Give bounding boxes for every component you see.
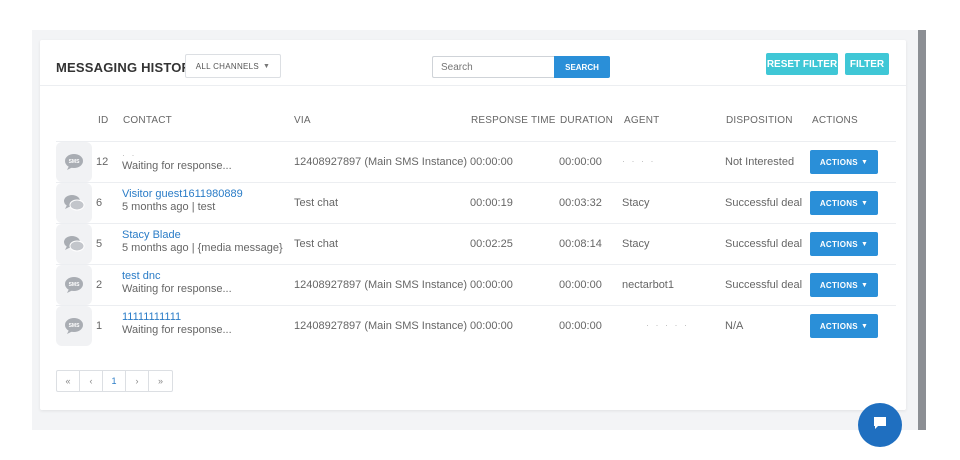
caret-down-icon: ▼ — [860, 199, 869, 207]
contact-name-link[interactable]: 11111111111 — [122, 311, 181, 323]
search-input[interactable] — [432, 56, 554, 78]
header-actions: ACTIONS — [812, 115, 858, 126]
channel-select[interactable]: ALL CHANNELS ▼ — [185, 54, 281, 78]
actions-label: ACTIONS — [819, 198, 858, 208]
row-via: Test chat — [294, 238, 339, 250]
table-row: 6 Visitor guest1611980889 5 months ago |… — [56, 182, 896, 223]
sms-icon: SMS — [56, 306, 92, 346]
caret-down-icon: ▼ — [860, 240, 869, 248]
pagination-prev[interactable]: ‹ — [80, 371, 103, 391]
header-agent: AGENT — [624, 115, 660, 126]
row-duration: 00:00:00 — [559, 156, 602, 168]
row-disposition: N/A — [725, 320, 744, 332]
svg-text:SMS: SMS — [69, 323, 81, 329]
sms-icon: SMS — [56, 142, 92, 182]
toolbar: MESSAGING HISTORY: ALL CHANNELS ▼ SEARCH… — [40, 40, 906, 86]
pagination: « ‹ 1 › » — [56, 370, 173, 392]
caret-down-icon: ▼ — [860, 322, 869, 330]
contact-sub: 5 months ago | test — [122, 201, 216, 213]
header-duration: DURATION — [560, 115, 614, 126]
row-disposition: Successful deal — [725, 197, 803, 209]
channel-select-label: ALL CHANNELS — [195, 61, 260, 71]
actions-button[interactable]: ACTIONS ▼ — [810, 232, 878, 256]
chevron-down-icon: ▼ — [263, 62, 271, 70]
contact-name-link[interactable]: Stacy Blade — [122, 229, 181, 241]
row-id: 12 — [96, 156, 109, 168]
actions-label: ACTIONS — [819, 321, 858, 331]
actions-button[interactable]: ACTIONS ▼ — [810, 273, 878, 297]
row-response-time: 00:00:00 — [470, 320, 513, 332]
row-disposition: Successful deal — [725, 279, 803, 291]
agent-redacted: · · · · — [622, 156, 656, 166]
row-id: 2 — [96, 279, 103, 291]
messaging-history-panel: MESSAGING HISTORY: ALL CHANNELS ▼ SEARCH… — [40, 40, 906, 410]
pagination-page-current[interactable]: 1 — [103, 371, 126, 391]
filter-button[interactable]: FILTER — [845, 53, 889, 75]
row-response-time: 00:00:00 — [470, 279, 513, 291]
row-duration: 00:00:00 — [559, 320, 602, 332]
row-agent: nectarbot1 — [622, 279, 674, 291]
sms-icon: SMS — [56, 265, 92, 305]
contact-sub: Waiting for response... — [122, 160, 232, 172]
search-button[interactable]: SEARCH — [554, 56, 610, 78]
header-contact: CONTACT — [123, 115, 172, 126]
table-row: 5 Stacy Blade 5 months ago | {media mess… — [56, 223, 896, 264]
row-disposition: Successful deal — [725, 238, 803, 250]
contact-name-redacted: · · — [122, 150, 137, 160]
row-id: 6 — [96, 197, 103, 209]
row-duration: 00:08:14 — [559, 238, 602, 250]
row-response-time: 00:00:19 — [470, 197, 513, 209]
actions-button[interactable]: ACTIONS ▼ — [810, 314, 878, 338]
pagination-last[interactable]: » — [149, 371, 172, 391]
row-response-time: 00:00:00 — [470, 156, 513, 168]
pagination-first[interactable]: « — [57, 371, 80, 391]
header-disposition: DISPOSITION — [726, 115, 793, 126]
page-title: MESSAGING HISTORY: — [56, 60, 204, 75]
actions-button[interactable]: ACTIONS ▼ — [810, 150, 878, 174]
chat-widget-icon — [872, 415, 888, 436]
row-response-time: 00:02:25 — [470, 238, 513, 250]
pagination-next[interactable]: › — [126, 371, 149, 391]
agent-redacted: · · · · · — [646, 320, 689, 330]
chat-icon — [56, 224, 92, 264]
row-disposition: Not Interested — [725, 156, 795, 168]
contact-sub: 5 months ago | {media message} — [122, 242, 283, 254]
chat-icon — [56, 183, 92, 223]
row-via: Test chat — [294, 197, 339, 209]
contact-name-link[interactable]: test dnc — [122, 270, 161, 282]
row-via: 12408927897 (Main SMS Instance) — [294, 320, 468, 332]
caret-down-icon: ▼ — [860, 158, 869, 166]
row-duration: 00:00:00 — [559, 279, 602, 291]
header-via: VIA — [294, 115, 311, 126]
actions-label: ACTIONS — [819, 157, 858, 167]
row-id: 1 — [96, 320, 103, 332]
row-id: 5 — [96, 238, 103, 250]
contact-name-link[interactable]: Visitor guest1611980889 — [122, 188, 243, 200]
actions-label: ACTIONS — [819, 280, 858, 290]
chat-widget-button[interactable] — [858, 403, 902, 447]
table-row: SMS 1 11111111111 Waiting for response..… — [56, 305, 896, 346]
scrollbar[interactable] — [918, 30, 926, 430]
actions-button[interactable]: ACTIONS ▼ — [810, 191, 878, 215]
svg-text:SMS: SMS — [69, 159, 81, 165]
actions-label: ACTIONS — [819, 239, 858, 249]
table-row: SMS 2 test dnc Waiting for response... 1… — [56, 264, 896, 305]
svg-text:SMS: SMS — [69, 282, 81, 288]
row-duration: 00:03:32 — [559, 197, 602, 209]
row-agent: Stacy — [622, 197, 650, 209]
table-row: SMS 12 · · Waiting for response... 12408… — [56, 141, 896, 182]
reset-filter-button[interactable]: RESET FILTER — [766, 53, 838, 75]
row-via: 12408927897 (Main SMS Instance) — [294, 279, 468, 291]
header-id: ID — [98, 115, 109, 126]
caret-down-icon: ▼ — [860, 281, 869, 289]
row-agent: Stacy — [622, 238, 650, 250]
header-response-time: RESPONSE TIME — [471, 115, 556, 126]
contact-sub: Waiting for response... — [122, 324, 232, 336]
row-via: 12408927897 (Main SMS Instance) — [294, 156, 468, 168]
contact-sub: Waiting for response... — [122, 283, 232, 295]
